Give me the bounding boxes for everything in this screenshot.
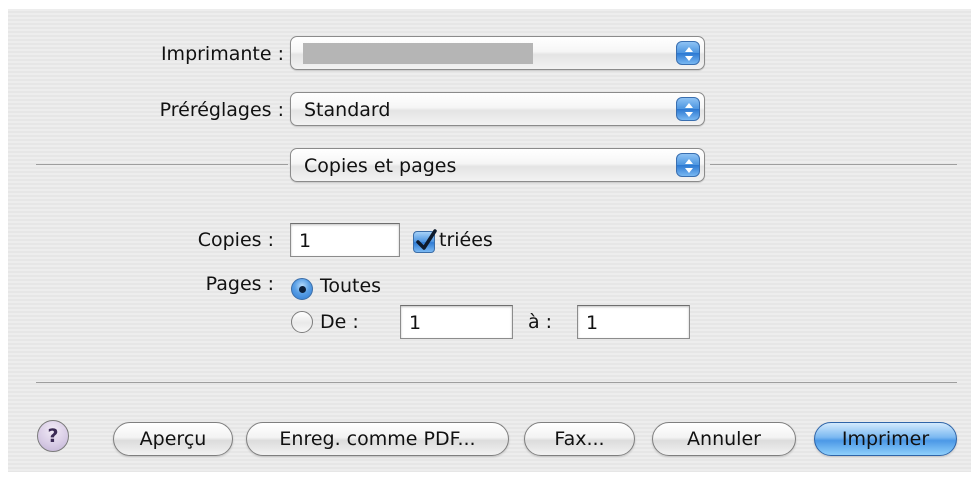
print-dialog: Imprimante : Préréglages : Standard Copi… bbox=[8, 9, 971, 472]
pages-from-value: 1 bbox=[409, 312, 422, 334]
section-separator-left bbox=[36, 164, 288, 165]
presets-value: Standard bbox=[304, 99, 391, 121]
collated-label: triées bbox=[439, 229, 493, 251]
cancel-button[interactable]: Annuler bbox=[652, 422, 796, 456]
printer-value-redacted bbox=[303, 43, 533, 64]
pages-range-label: De : bbox=[320, 311, 359, 333]
pages-to-value: 1 bbox=[586, 312, 599, 334]
popup-arrows-icon bbox=[676, 153, 700, 177]
help-button[interactable]: ? bbox=[37, 420, 69, 452]
presets-popup[interactable]: Standard bbox=[290, 92, 705, 126]
pages-to-field[interactable]: 1 bbox=[577, 305, 690, 339]
section-value: Copies et pages bbox=[304, 155, 457, 177]
pages-all-radio[interactable] bbox=[291, 278, 313, 300]
section-separator-right bbox=[710, 164, 957, 165]
preview-button[interactable]: Aperçu bbox=[113, 422, 233, 456]
copies-label: Copies : bbox=[197, 229, 274, 251]
save-as-pdf-button[interactable]: Enreg. comme PDF... bbox=[246, 422, 509, 456]
section-popup[interactable]: Copies et pages bbox=[290, 148, 705, 182]
pages-to-label: à : bbox=[528, 311, 553, 333]
presets-label: Préréglages : bbox=[159, 99, 284, 121]
pages-range-radio[interactable] bbox=[291, 311, 313, 333]
fax-button[interactable]: Fax... bbox=[524, 422, 635, 456]
popup-arrows-icon bbox=[676, 41, 700, 65]
printer-label: Imprimante : bbox=[160, 43, 284, 65]
pages-from-field[interactable]: 1 bbox=[400, 305, 513, 339]
copies-value: 1 bbox=[299, 230, 312, 252]
footer-separator bbox=[36, 382, 957, 383]
popup-arrows-icon bbox=[676, 97, 700, 121]
pages-label: Pages : bbox=[205, 273, 274, 295]
collated-checkbox[interactable] bbox=[413, 229, 437, 253]
print-button[interactable]: Imprimer bbox=[814, 422, 957, 456]
copies-field[interactable]: 1 bbox=[290, 223, 400, 257]
pages-all-label: Toutes bbox=[320, 275, 382, 297]
printer-popup[interactable] bbox=[290, 36, 705, 70]
